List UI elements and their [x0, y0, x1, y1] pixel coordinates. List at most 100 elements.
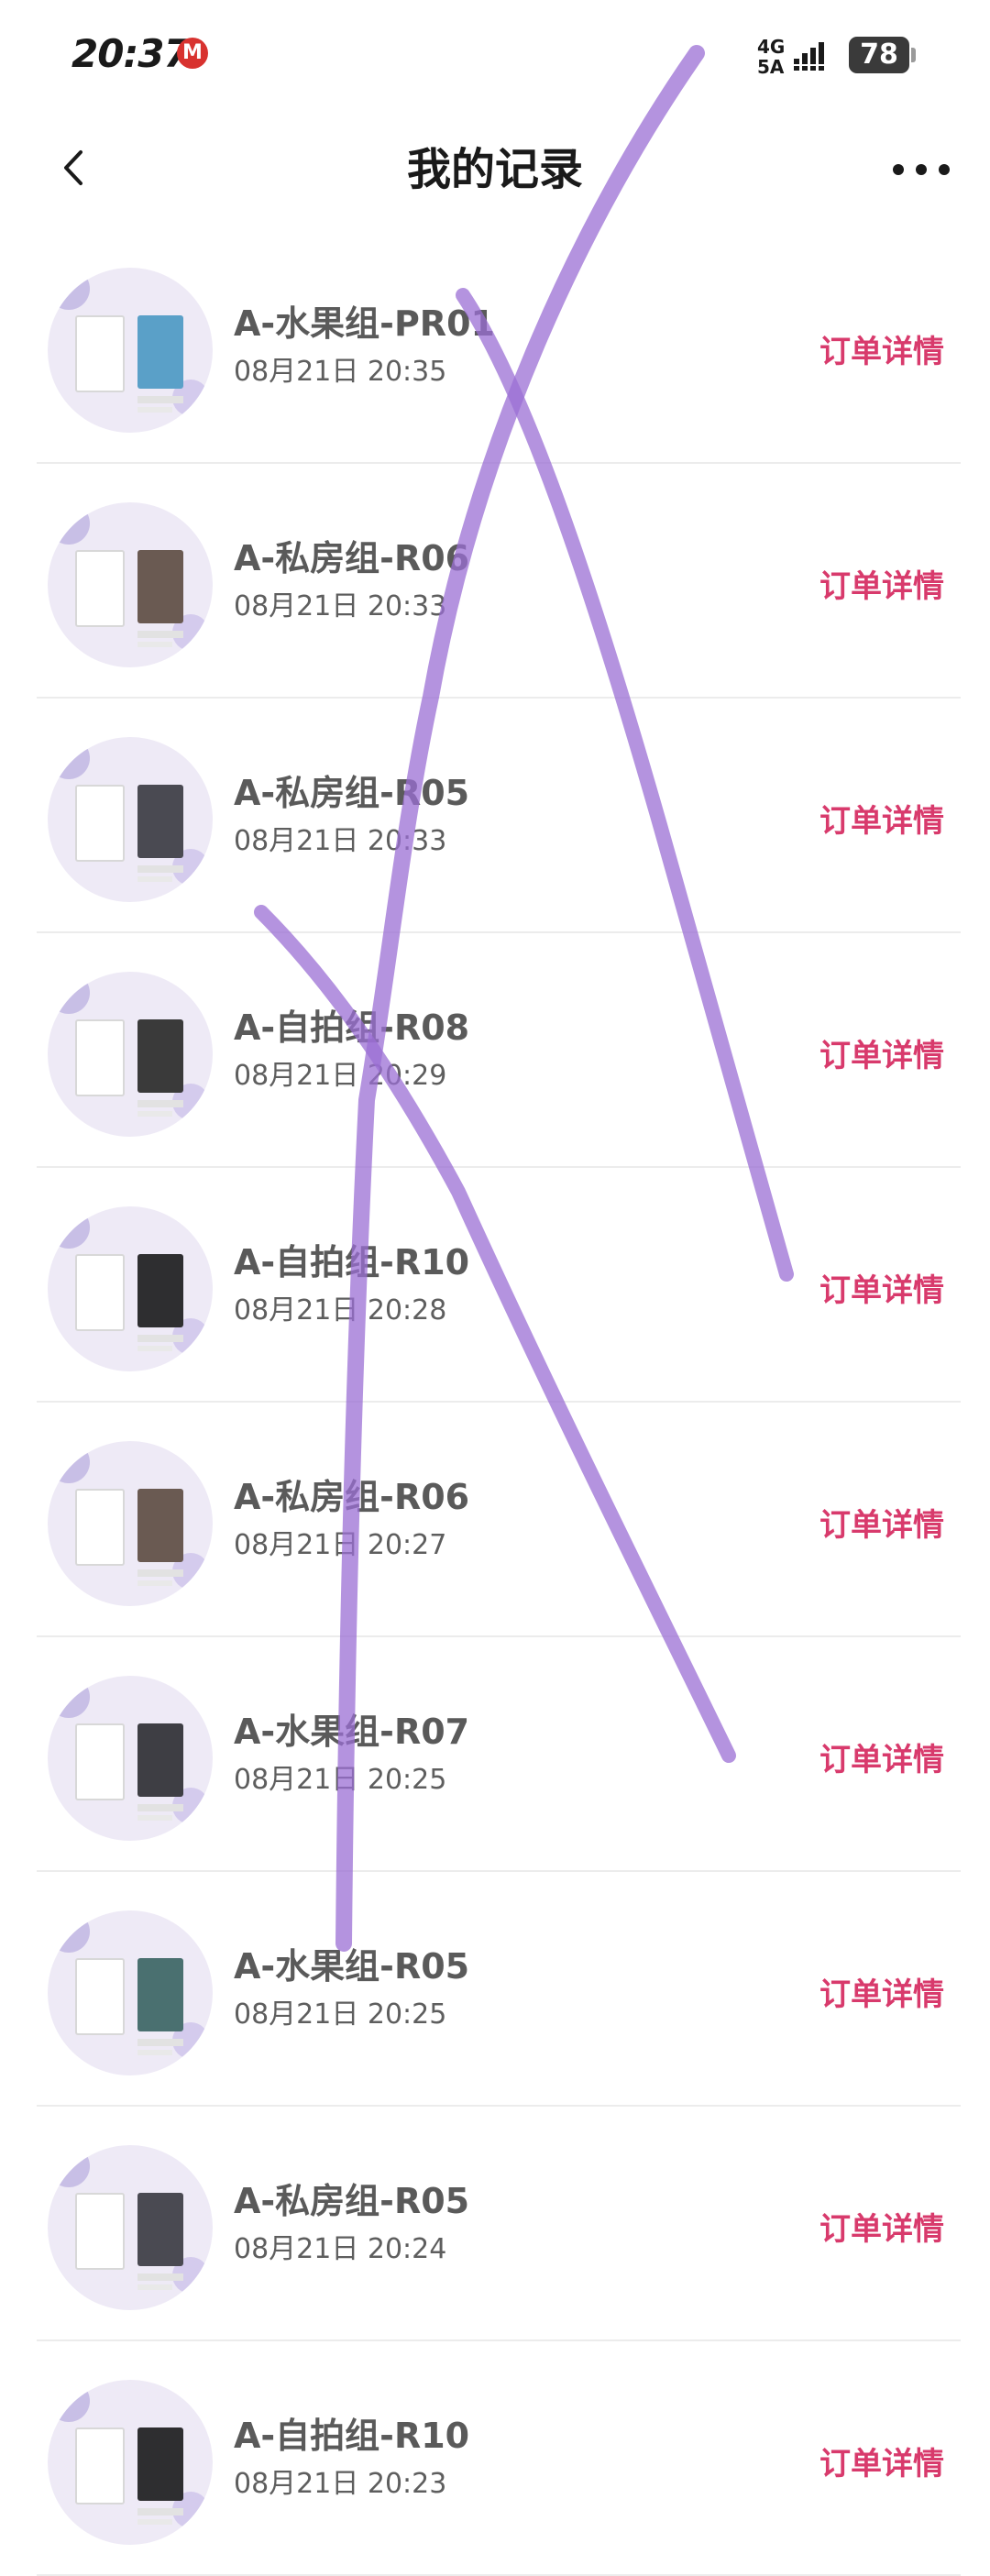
- card-label: [138, 1111, 172, 1117]
- record-time: 08月21日 20:27: [234, 1529, 447, 1561]
- decor-blob: [48, 737, 90, 779]
- order-detail-link[interactable]: 订单详情: [820, 1734, 944, 1779]
- record-thumbnail: [48, 2380, 213, 2545]
- card-label: [138, 2508, 183, 2515]
- order-detail-link[interactable]: 订单详情: [820, 1030, 944, 1075]
- record-thumbnail: [48, 2145, 213, 2310]
- record-name: A-私房组-R05: [234, 2181, 470, 2221]
- more-button[interactable]: [889, 156, 953, 183]
- card-label: [138, 2519, 172, 2525]
- card-photo: [138, 785, 183, 858]
- card-label: [138, 876, 172, 882]
- card-photo: [138, 1254, 183, 1327]
- card-label: [138, 1580, 172, 1586]
- record-name: A-自拍组-R08: [234, 1007, 470, 1048]
- signal-icon: [794, 42, 824, 71]
- card-label: [138, 1569, 183, 1577]
- record-row[interactable]: A-私房组-R05 08月21日 20:24 订单详情: [0, 2107, 990, 2341]
- order-detail-link[interactable]: 订单详情: [820, 1265, 944, 1310]
- record-thumbnail: [48, 268, 213, 433]
- card-front: [75, 2193, 125, 2270]
- record-thumbnail: [48, 502, 213, 667]
- order-detail-link[interactable]: 订单详情: [820, 796, 944, 841]
- back-button[interactable]: [51, 145, 97, 191]
- card-front: [75, 2427, 125, 2504]
- record-row[interactable]: A-自拍组-R08 08月21日 20:29 订单详情: [0, 933, 990, 1168]
- decor-blob: [48, 972, 90, 1014]
- card-front: [75, 550, 125, 627]
- record-time: 08月21日 20:28: [234, 1294, 447, 1327]
- record-thumbnail: [48, 972, 213, 1137]
- record-time: 08月21日 20:35: [234, 356, 447, 388]
- card-label: [138, 407, 172, 413]
- record-row[interactable]: A-自拍组-R10 08月21日 20:28 订单详情: [0, 1168, 990, 1403]
- record-thumbnail: [48, 1676, 213, 1841]
- card-photo: [138, 1958, 183, 2031]
- record-row[interactable]: A-水果组-R07 08月21日 20:25 订单详情: [0, 1637, 990, 1872]
- card-photo: [138, 550, 183, 623]
- record-name: A-水果组-R05: [234, 1946, 470, 1987]
- order-detail-link[interactable]: 订单详情: [820, 1969, 944, 2014]
- record-thumbnail: [48, 737, 213, 902]
- decor-blob: [48, 1910, 90, 1953]
- record-row[interactable]: A-水果组-R05 08月21日 20:25 订单详情: [0, 1872, 990, 2107]
- decor-blob: [48, 1441, 90, 1483]
- card-photo: [138, 1489, 183, 1562]
- order-detail-link[interactable]: 订单详情: [820, 2438, 944, 2483]
- card-label: [138, 865, 183, 873]
- record-name: A-水果组-R07: [234, 1712, 470, 1752]
- card-label: [138, 1335, 183, 1342]
- record-time: 08月21日 20:23: [234, 2468, 447, 2500]
- card-label: [138, 1815, 172, 1821]
- card-front: [75, 315, 125, 392]
- record-row[interactable]: A-私房组-R05 08月21日 20:33 订单详情: [0, 699, 990, 933]
- card-label: [138, 2050, 172, 2055]
- network-label: 4G 5A: [757, 36, 786, 78]
- record-list: A-水果组-PR01 08月21日 20:35 订单详情 A-私房组-R06 0…: [0, 229, 990, 2576]
- order-detail-link[interactable]: 订单详情: [820, 561, 944, 606]
- record-name: A-自拍组-R10: [234, 1242, 470, 1282]
- record-name: A-私房组-R06: [234, 1477, 470, 1517]
- card-front: [75, 1019, 125, 1096]
- card-label: [138, 2273, 183, 2281]
- record-name: A-私房组-R05: [234, 773, 470, 813]
- card-front: [75, 1958, 125, 2035]
- record-row[interactable]: A-水果组-PR01 08月21日 20:35 订单详情: [0, 229, 990, 464]
- card-photo: [138, 315, 183, 389]
- nav-bar: 我的记录: [0, 110, 990, 229]
- card-label: [138, 396, 183, 403]
- card-photo: [138, 1723, 183, 1797]
- record-name: A-私房组-R06: [234, 538, 470, 578]
- card-front: [75, 1489, 125, 1566]
- card-front: [75, 1723, 125, 1800]
- record-thumbnail: [48, 1206, 213, 1371]
- record-thumbnail: [48, 1910, 213, 2075]
- record-row[interactable]: A-私房组-R06 08月21日 20:33 订单详情: [0, 464, 990, 699]
- carrier-icon: M: [177, 38, 208, 69]
- card-label: [138, 2039, 183, 2046]
- record-time: 08月21日 20:25: [234, 1764, 447, 1796]
- card-label: [138, 1346, 172, 1351]
- card-front: [75, 785, 125, 862]
- battery-tip: [911, 48, 916, 62]
- card-label: [138, 2284, 172, 2290]
- record-name: A-水果组-PR01: [234, 303, 495, 344]
- decor-blob: [48, 268, 90, 310]
- card-label: [138, 631, 183, 638]
- record-row[interactable]: A-私房组-R06 08月21日 20:27 订单详情: [0, 1403, 990, 1637]
- decor-blob: [48, 2380, 90, 2422]
- decor-blob: [48, 502, 90, 545]
- status-time: 20:37: [72, 31, 191, 76]
- status-bar: 20:37 M 4G 5A 78: [0, 0, 990, 110]
- card-label: [138, 1804, 183, 1811]
- record-thumbnail: [48, 1441, 213, 1606]
- order-detail-link[interactable]: 订单详情: [820, 1500, 944, 1545]
- card-front: [75, 1254, 125, 1331]
- record-row[interactable]: A-自拍组-R10 08月21日 20:23 订单详情: [0, 2341, 990, 2576]
- card-photo: [138, 2427, 183, 2501]
- record-time: 08月21日 20:33: [234, 825, 447, 857]
- page-title: 我的记录: [406, 144, 583, 195]
- record-time: 08月21日 20:33: [234, 590, 447, 622]
- order-detail-link[interactable]: 订单详情: [820, 2204, 944, 2249]
- order-detail-link[interactable]: 订单详情: [820, 326, 944, 371]
